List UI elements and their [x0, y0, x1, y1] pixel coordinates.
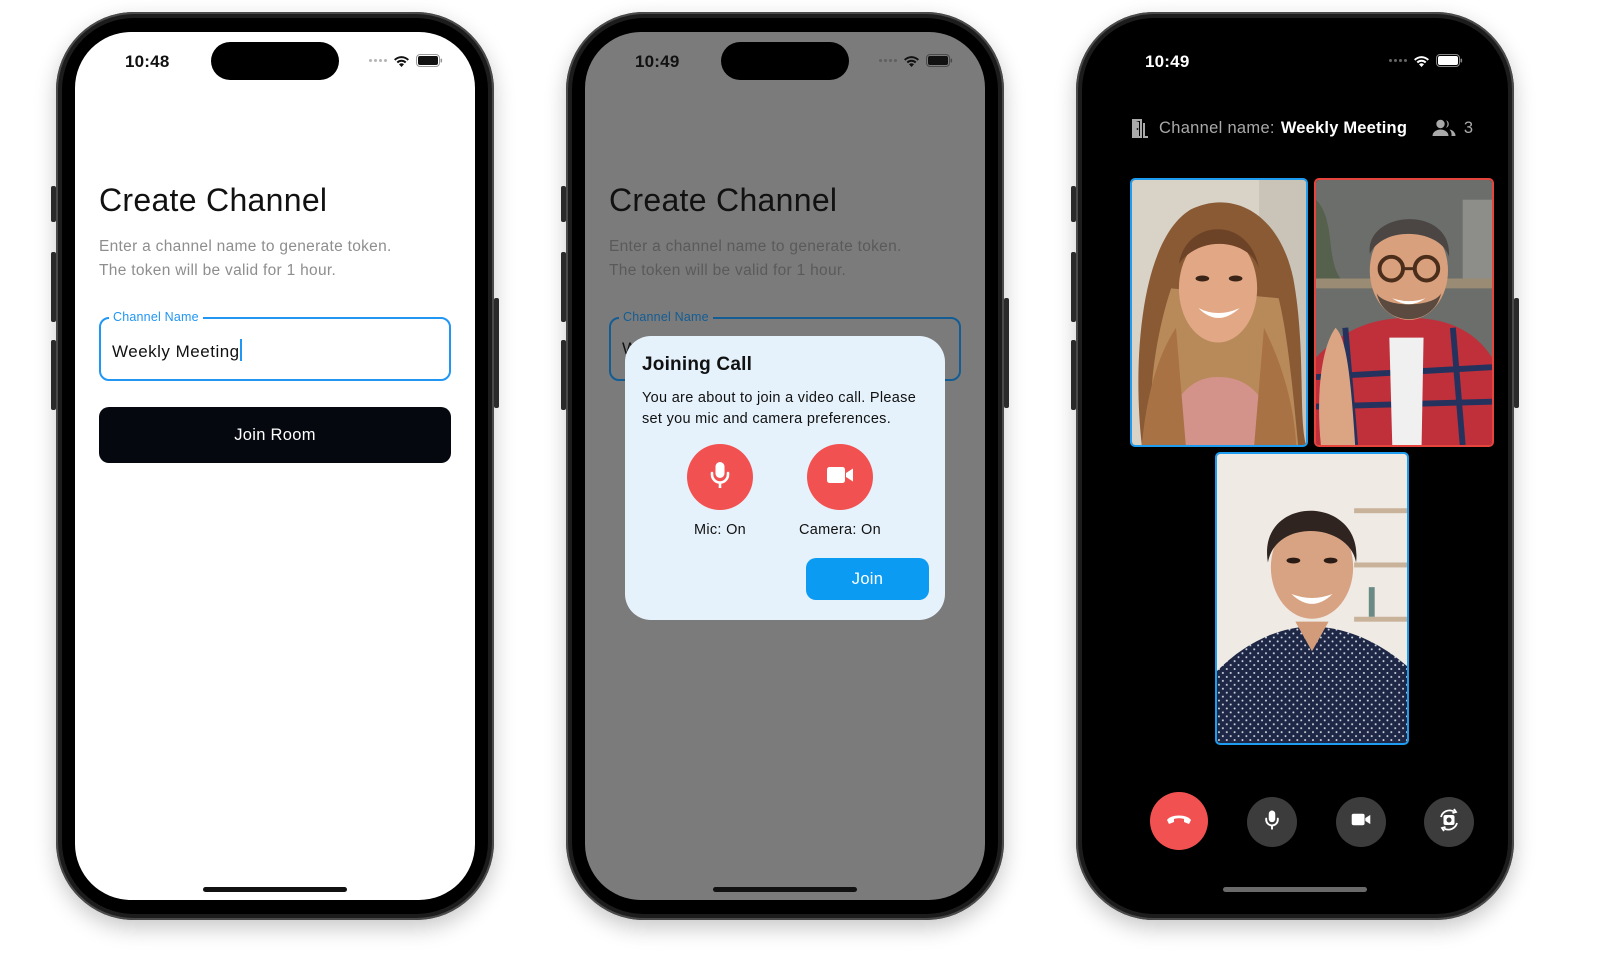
- dialog-message: You are about to join a video call. Plea…: [642, 390, 917, 427]
- status-time: 10:49: [1145, 52, 1190, 71]
- page-title: Create Channel: [609, 182, 838, 218]
- volume-down-button: [561, 340, 566, 410]
- subtitle-line: Enter a channel name to generate token.: [609, 238, 902, 255]
- join-button[interactable]: Join: [806, 558, 929, 600]
- phone-video-call: 10:49 Channel name: Weekly Meeting 3: [1071, 12, 1519, 920]
- volume-up-button: [561, 252, 566, 322]
- call-controls: [1095, 792, 1495, 852]
- screen: 10:49 Channel name: Weekly Meeting 3: [1095, 32, 1495, 900]
- mic-status-label: Mic: On: [693, 522, 747, 538]
- dynamic-island: [211, 42, 339, 80]
- screen: 10:49 Create Channel Enter a channel nam…: [585, 32, 985, 900]
- channel-name-label: Channel Name: [619, 310, 713, 324]
- video-tile-active-speaker[interactable]: [1314, 178, 1494, 447]
- channel-name-label: Channel name:: [1159, 118, 1275, 137]
- page-title: Create Channel: [99, 182, 328, 218]
- participant-video-woman-2: [1217, 454, 1407, 743]
- microphone-icon: [1264, 809, 1280, 836]
- participant-video-man: [1316, 180, 1492, 445]
- screen: 10:48 Create Channel Enter a channel nam…: [75, 32, 475, 900]
- mic-toggle-button[interactable]: [687, 444, 753, 510]
- battery-icon: [416, 54, 443, 67]
- wifi-icon: [1413, 55, 1430, 67]
- video-camera-icon: [826, 465, 854, 490]
- media-toggles: Mic: On Camera: On: [625, 444, 945, 544]
- signal-icon: [1389, 59, 1407, 62]
- microphone-button[interactable]: [1247, 797, 1297, 847]
- power-button: [1514, 298, 1519, 408]
- hang-up-icon: [1165, 812, 1193, 831]
- video-camera-icon: [1351, 812, 1371, 832]
- battery-icon: [1436, 54, 1463, 67]
- status-time: 10:48: [125, 52, 170, 71]
- joining-call-dialog: Joining Call You are about to join a vid…: [625, 336, 945, 620]
- battery-icon: [926, 54, 953, 67]
- camera-button[interactable]: [1336, 797, 1386, 847]
- volume-up-button: [1071, 252, 1076, 322]
- text-caret: [239, 339, 242, 361]
- call-header: Channel name: Weekly Meeting 3: [1131, 118, 1473, 138]
- signal-icon: [879, 59, 897, 62]
- page-subtitle: Enter a channel name to generate token. …: [99, 235, 451, 283]
- home-indicator[interactable]: [713, 887, 857, 892]
- action-button: [561, 186, 566, 222]
- status-icons: [1389, 54, 1463, 67]
- status-time: 10:49: [635, 52, 680, 71]
- volume-down-button: [1071, 340, 1076, 410]
- signal-icon: [369, 59, 387, 62]
- power-button: [1004, 298, 1009, 408]
- volume-up-button: [51, 252, 56, 322]
- microphone-icon: [709, 461, 731, 494]
- create-channel-form: Create Channel Enter a channel name to g…: [99, 182, 451, 463]
- subtitle-line: The token will be valid for 1 hour.: [99, 262, 337, 279]
- channel-name-input[interactable]: Channel Name Weekly Meeting: [99, 310, 451, 381]
- subtitle-line: The token will be valid for 1 hour.: [609, 262, 847, 279]
- dynamic-island: [721, 42, 849, 80]
- action-button: [1071, 186, 1076, 222]
- door-icon: [1131, 118, 1149, 138]
- dialog-title: Joining Call: [642, 354, 753, 375]
- dynamic-island: [1231, 42, 1359, 80]
- channel-name: Weekly Meeting: [1280, 118, 1408, 137]
- video-tile[interactable]: [1130, 178, 1308, 447]
- home-indicator[interactable]: [1223, 887, 1367, 892]
- action-button: [51, 186, 56, 222]
- page-subtitle: Enter a channel name to generate token. …: [609, 235, 961, 283]
- channel-name-value[interactable]: Weekly Meeting: [112, 339, 242, 362]
- phone-create-channel: 10:48 Create Channel Enter a channel nam…: [51, 12, 499, 920]
- status-icons: [879, 54, 953, 67]
- home-indicator[interactable]: [203, 887, 347, 892]
- subtitle-line: Enter a channel name to generate token.: [99, 238, 392, 255]
- end-call-button[interactable]: [1150, 792, 1208, 850]
- camera-toggle[interactable]: Camera: On: [785, 444, 895, 538]
- participant-count: 3: [1463, 118, 1473, 137]
- channel-name-label: Channel Name: [109, 310, 203, 324]
- mic-toggle[interactable]: Mic: On: [665, 444, 775, 538]
- switch-camera-icon: [1437, 808, 1461, 837]
- camera-toggle-button[interactable]: [807, 444, 873, 510]
- power-button: [494, 298, 499, 408]
- switch-camera-button[interactable]: [1424, 797, 1474, 847]
- wifi-icon: [903, 55, 920, 67]
- participant-video-woman: [1132, 180, 1306, 445]
- volume-down-button: [51, 340, 56, 410]
- people-icon: [1432, 119, 1456, 137]
- camera-status-label: Camera: On: [799, 522, 881, 538]
- participants-indicator[interactable]: 3: [1432, 119, 1473, 138]
- wifi-icon: [393, 55, 410, 67]
- join-room-button[interactable]: Join Room: [99, 407, 451, 463]
- phone-joining-call-dialog: 10:49 Create Channel Enter a channel nam…: [561, 12, 1009, 920]
- video-tile[interactable]: [1215, 452, 1409, 745]
- status-icons: [369, 54, 443, 67]
- channel-name-text: Weekly Meeting: [112, 342, 240, 361]
